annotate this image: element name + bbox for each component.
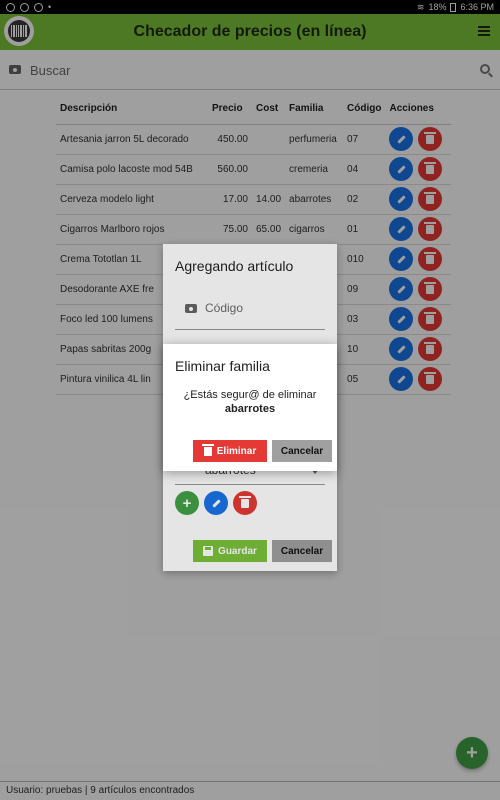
delete-family-dialog: Eliminar familia ¿Estás segur@ de elimin… [163, 344, 337, 471]
confirm-text: ¿Estás segur@ de eliminar [183, 389, 317, 401]
confirm-delete-button[interactable]: Eliminar [193, 440, 267, 462]
confirm-message: ¿Estás segur@ de eliminar abarrotes [163, 388, 337, 416]
dialog-title: Eliminar familia [175, 358, 270, 374]
delete-label: Eliminar [216, 445, 257, 457]
trash-icon [201, 443, 214, 456]
cancel-delete-button[interactable]: Cancelar [272, 440, 332, 462]
confirm-target: abarrotes [224, 403, 276, 415]
